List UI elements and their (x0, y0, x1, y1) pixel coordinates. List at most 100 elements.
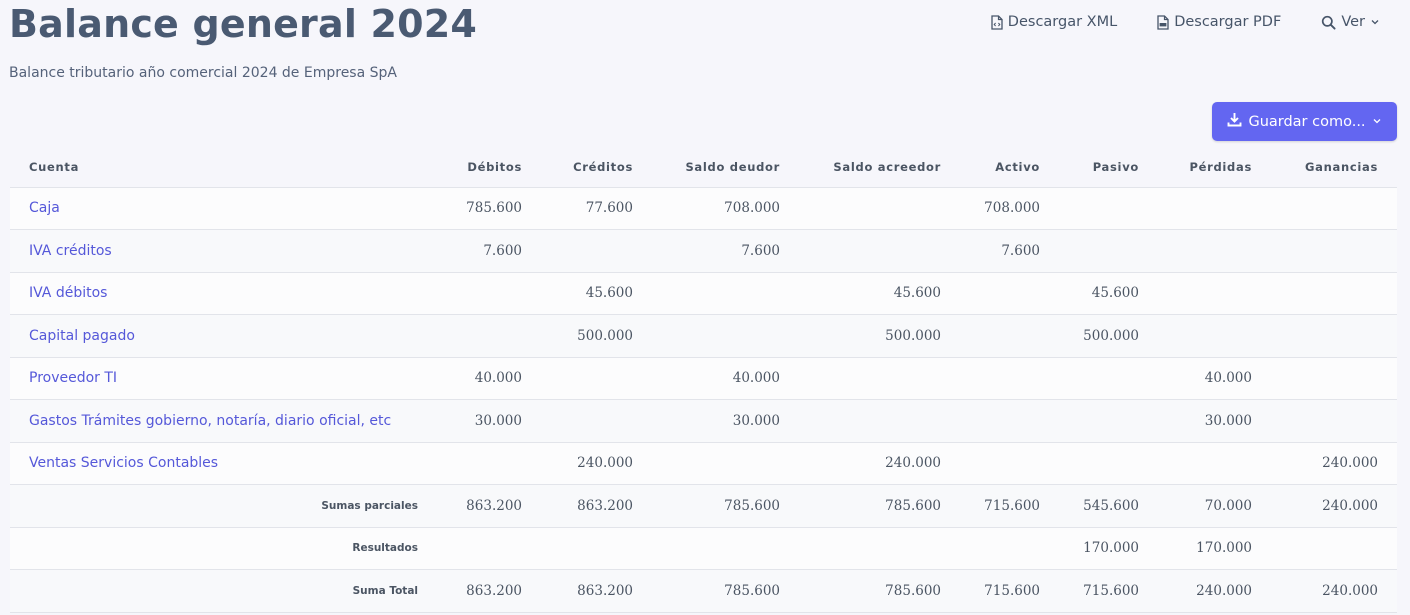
cell-saldo-deudor: 7.600 (652, 229, 799, 273)
summary-cell-saldo-deudor: 785.600 (652, 484, 799, 528)
cell-pasivo: 45.600 (1059, 272, 1158, 315)
table-row: Gastos Trámites gobierno, notaría, diari… (10, 399, 1397, 443)
cell-debitos: 40.000 (437, 357, 541, 400)
header-row: Cuenta Débitos Créditos Saldo deudor Sal… (10, 147, 1397, 188)
cell-activo (960, 272, 1059, 315)
cell-creditos (541, 229, 652, 273)
table-row: IVA débitos 45.600 45.600 45.600 (10, 272, 1397, 315)
cell-pasivo (1059, 357, 1158, 400)
download-xml-button[interactable]: Descargar XML (991, 14, 1117, 30)
cell-saldo-deudor: 708.000 (652, 187, 799, 230)
balance-table: Cuenta Débitos Créditos Saldo deudor Sal… (10, 147, 1397, 613)
summary-label: Resultados (10, 527, 437, 570)
summary-row: Suma Total 863.200 863.200 785.600 785.600 71… (10, 569, 1397, 613)
cell-ganancias (1271, 229, 1397, 273)
cell-pasivo (1059, 187, 1158, 230)
summary-cell-saldo-acreedor (799, 527, 960, 570)
summary-row: Resultados 170.000 170.000 (10, 527, 1397, 570)
summary-cell-ganancias (1271, 527, 1397, 570)
column-header-cuenta[interactable]: Cuenta (10, 147, 437, 188)
page-subtitle: Balance tributario año comercial 2024 de… (9, 65, 397, 81)
pdf-file-icon (1157, 14, 1169, 30)
cell-creditos (541, 357, 652, 400)
cell-ganancias: 240.000 (1271, 442, 1397, 485)
cell-debitos: 30.000 (437, 399, 541, 443)
chevron-down-icon (1370, 17, 1380, 27)
cell-saldo-deudor (652, 442, 799, 485)
cell-creditos: 240.000 (541, 442, 652, 485)
cell-pasivo: 500.000 (1059, 314, 1158, 358)
summary-cell-perdidas: 170.000 (1158, 527, 1271, 570)
summary-cell-creditos: 863.200 (541, 484, 652, 528)
cell-perdidas: 30.000 (1158, 399, 1271, 443)
account-link[interactable]: Ventas Servicios Contables (10, 442, 437, 485)
cell-saldo-acreedor (799, 399, 960, 443)
summary-cell-debitos: 863.200 (437, 484, 541, 528)
account-link[interactable]: Capital pagado (10, 314, 437, 358)
cell-saldo-deudor (652, 272, 799, 315)
account-link[interactable]: IVA créditos (10, 229, 437, 273)
cell-saldo-deudor: 40.000 (652, 357, 799, 400)
table-row: Caja 785.600 77.600 708.000 708.000 (10, 187, 1397, 230)
column-header-debitos[interactable]: Débitos (437, 147, 541, 188)
download-icon (1227, 112, 1242, 131)
cell-saldo-deudor: 30.000 (652, 399, 799, 443)
cell-saldo-acreedor: 45.600 (799, 272, 960, 315)
summary-cell-activo: 715.600 (960, 484, 1059, 528)
summary-cell-debitos: 863.200 (437, 569, 541, 613)
summary-cell-saldo-acreedor: 785.600 (799, 569, 960, 613)
account-link[interactable]: Gastos Trámites gobierno, notaría, diari… (10, 399, 437, 443)
cell-debitos: 7.600 (437, 229, 541, 273)
column-header-ganancias[interactable]: Ganancias (1271, 147, 1397, 188)
account-link[interactable]: Caja (10, 187, 437, 230)
column-header-saldo-deudor[interactable]: Saldo deudor (652, 147, 799, 188)
download-xml-label: Descargar XML (1007, 14, 1118, 30)
summary-cell-pasivo: 545.600 (1059, 484, 1158, 528)
column-header-saldo-acreedor[interactable]: Saldo acreedor (799, 147, 960, 188)
cell-pasivo (1059, 229, 1158, 273)
summary-cell-pasivo: 170.000 (1059, 527, 1158, 570)
view-dropdown[interactable]: Ver (1321, 14, 1380, 30)
download-pdf-button[interactable]: Descargar PDF (1157, 14, 1281, 30)
cell-activo: 708.000 (960, 187, 1059, 230)
column-header-perdidas[interactable]: Pérdidas (1158, 147, 1271, 188)
cell-ganancias (1271, 314, 1397, 358)
summary-cell-activo: 715.600 (960, 569, 1059, 613)
column-header-creditos[interactable]: Créditos (541, 147, 652, 188)
cell-saldo-acreedor (799, 357, 960, 400)
cell-creditos: 77.600 (541, 187, 652, 230)
summary-label: Suma Total (10, 569, 437, 613)
cell-ganancias (1271, 272, 1397, 315)
cell-perdidas: 40.000 (1158, 357, 1271, 400)
chevron-down-icon (1372, 114, 1382, 130)
top-actions: Descargar XML Descargar PDF Ver (991, 14, 1380, 30)
account-link[interactable]: IVA débitos (10, 272, 437, 315)
summary-cell-saldo-deudor: 785.600 (652, 569, 799, 613)
view-label: Ver (1341, 14, 1365, 30)
cell-saldo-acreedor (799, 187, 960, 230)
cell-perdidas (1158, 229, 1271, 273)
summary-cell-debitos (437, 527, 541, 570)
save-as-button[interactable]: Guardar como... (1212, 102, 1397, 141)
cell-saldo-acreedor: 240.000 (799, 442, 960, 485)
account-link[interactable]: Proveedor TI (10, 357, 437, 400)
summary-cell-perdidas: 70.000 (1158, 484, 1271, 528)
cell-debitos (437, 314, 541, 358)
column-header-pasivo[interactable]: Pasivo (1059, 147, 1158, 188)
cell-pasivo (1059, 399, 1158, 443)
summary-cell-creditos (541, 527, 652, 570)
cell-debitos (437, 442, 541, 485)
summary-cell-ganancias: 240.000 (1271, 569, 1397, 613)
cell-creditos: 500.000 (541, 314, 652, 358)
summary-cell-activo (960, 527, 1059, 570)
summary-cell-saldo-acreedor: 785.600 (799, 484, 960, 528)
download-pdf-label: Descargar PDF (1174, 14, 1282, 30)
cell-saldo-acreedor (799, 229, 960, 273)
cell-activo: 7.600 (960, 229, 1059, 273)
xml-file-icon (991, 14, 1003, 30)
cell-debitos (437, 272, 541, 315)
column-header-activo[interactable]: Activo (960, 147, 1059, 188)
cell-creditos (541, 399, 652, 443)
cell-activo (960, 442, 1059, 485)
table-row: Ventas Servicios Contables 240.000 240.000… (10, 442, 1397, 485)
